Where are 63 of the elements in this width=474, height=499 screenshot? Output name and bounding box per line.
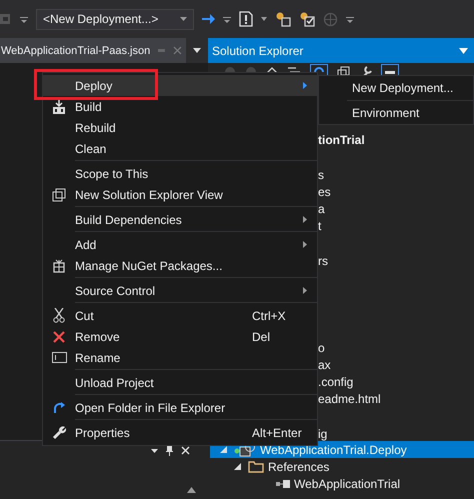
gift-icon <box>53 258 65 272</box>
menu-item[interactable]: Open Folder in File Explorer <box>43 397 317 418</box>
delete-icon <box>53 330 65 342</box>
tree-item-label: tionTrial <box>318 132 366 149</box>
tree-item-label: rs <box>318 253 329 270</box>
menu-item[interactable]: Source Control <box>43 280 317 301</box>
menu-item[interactable]: New Solution Explorer View <box>43 184 317 205</box>
reference-icon <box>276 480 290 488</box>
expand-icon[interactable] <box>234 463 241 470</box>
solution-explorer-header: Solution Explorer <box>208 38 474 63</box>
redo-arrow-icon <box>52 401 66 414</box>
tree-item-label: es <box>318 184 332 201</box>
menu-item[interactable]: Scope to This <box>43 163 317 184</box>
menu-item[interactable]: New Deployment... <box>319 76 473 100</box>
caret-icon[interactable] <box>261 17 267 21</box>
tree-item[interactable]: References <box>210 458 474 475</box>
menu-item[interactable]: Properties Alt+Enter <box>43 422 317 443</box>
shortcut-label: Del <box>252 330 270 344</box>
overflow-icon[interactable] <box>20 14 28 24</box>
menu-item[interactable]: Rebuild <box>43 117 317 138</box>
menu-item[interactable]: Manage NuGet Packages... <box>43 255 317 276</box>
publish-icon[interactable] <box>275 11 291 27</box>
menu-item[interactable]: Unload Project <box>43 372 317 393</box>
configuration-dropdown[interactable]: <New Deployment...> <box>36 8 194 30</box>
arrow-right-icon[interactable] <box>202 13 215 25</box>
submenu-arrow-icon <box>303 287 307 294</box>
menu-item[interactable]: Cut Ctrl+X <box>43 305 317 326</box>
menu-item[interactable]: Clean <box>43 138 317 159</box>
scissors-icon <box>53 308 65 323</box>
tree-item-label: s <box>318 166 325 184</box>
shortcut-label: Alt+Enter <box>252 426 302 440</box>
overflow-icon[interactable] <box>346 14 354 24</box>
tree-item-label: eadme.html <box>318 391 382 408</box>
tree-item-label: o <box>318 340 326 357</box>
document-alert-icon[interactable] <box>239 11 253 27</box>
caret-icon <box>180 17 187 21</box>
tree-item[interactable]: WebApplicationTrial <box>210 475 474 492</box>
checklist-icon[interactable] <box>299 11 315 27</box>
submenu-arrow-icon <box>303 82 307 89</box>
wrench-icon <box>52 426 66 440</box>
menu-item[interactable]: Remove Del <box>43 326 317 347</box>
menu-item[interactable]: Rename <box>43 347 317 368</box>
windows-icon <box>52 188 66 202</box>
menu-item[interactable]: Add <box>43 234 317 255</box>
menu-item[interactable]: Environment <box>319 101 473 125</box>
folder-icon <box>248 460 264 473</box>
menu-item[interactable]: Build Dependencies <box>43 209 317 230</box>
menu-item[interactable]: Deploy <box>43 75 317 96</box>
tree-item-label: ax <box>318 356 332 374</box>
shortcut-label: Ctrl+X <box>252 308 286 322</box>
rename-icon <box>52 352 66 363</box>
tab-list-icon[interactable] <box>193 48 201 53</box>
tree-item-label: ig <box>318 426 328 444</box>
scroll-up-icon[interactable] <box>187 487 196 493</box>
tree-item-label: t <box>318 218 322 236</box>
caret-icon[interactable] <box>151 448 158 452</box>
menu-item[interactable]: Build <box>43 96 317 117</box>
build-icon <box>52 100 66 114</box>
submenu-arrow-icon <box>303 241 307 248</box>
tree-item-label: .config <box>318 374 354 392</box>
submenu-arrow-icon <box>303 216 307 223</box>
tree-item-label: a <box>318 201 326 218</box>
overflow-icon[interactable] <box>223 14 231 24</box>
